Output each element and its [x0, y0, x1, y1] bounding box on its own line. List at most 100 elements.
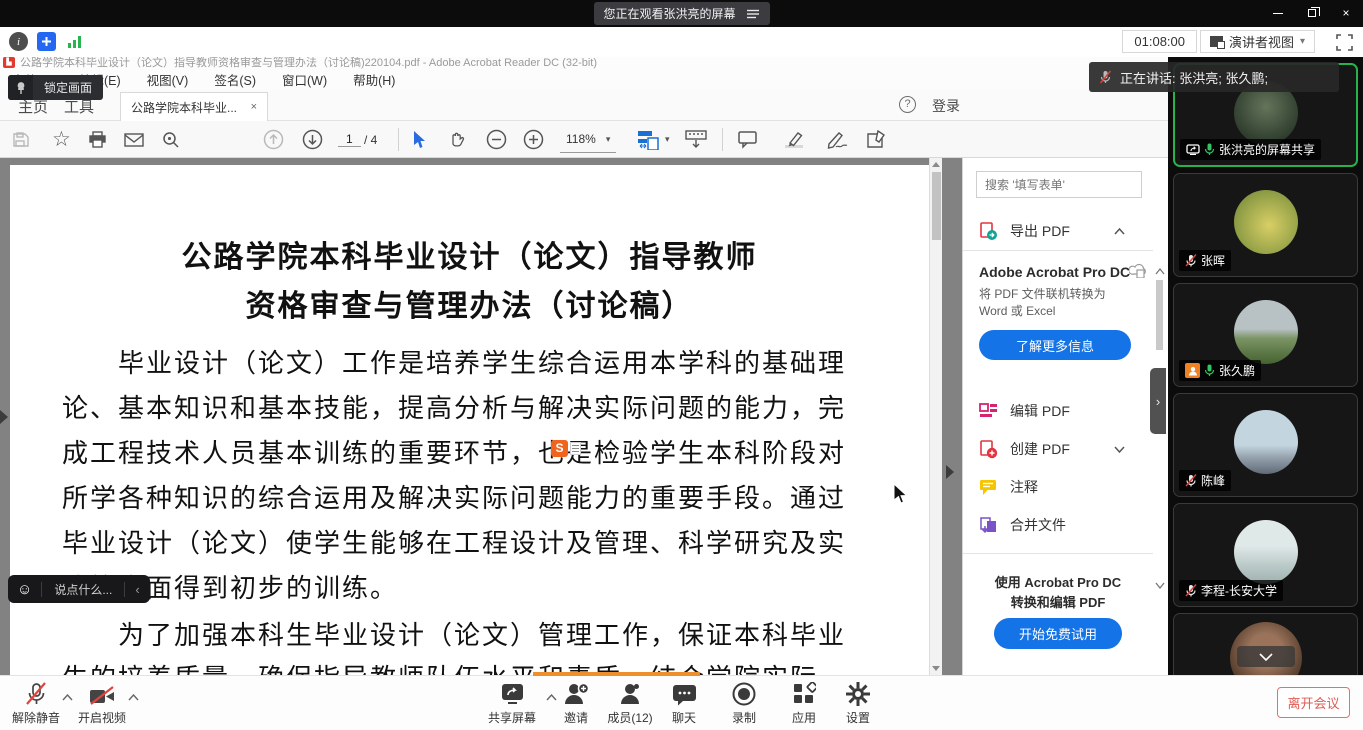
hand-tool-icon[interactable]	[448, 121, 466, 158]
fullscreen-icon[interactable]	[1336, 34, 1353, 51]
combine-files-item[interactable]: 合并文件	[963, 508, 1153, 542]
reading-mode-icon[interactable]	[685, 121, 707, 158]
minimize-button[interactable]	[1271, 6, 1285, 20]
doc-line: 论、基本知识和基本技能，提高分析与解决实际问题的能力，完	[62, 388, 846, 425]
comment-tool-icon[interactable]	[738, 121, 758, 158]
lock-view-pill[interactable]: 锁定画面	[8, 75, 103, 100]
create-pdf-item[interactable]: 创建 PDF	[963, 432, 1153, 466]
collapse-chat-icon[interactable]: ‹	[125, 582, 149, 597]
trial-heading: 使用 Acrobat Pro DC 转换和编辑 PDF	[963, 573, 1153, 612]
unmute-button[interactable]: 解除静音	[6, 682, 66, 726]
comment-item[interactable]: 注释	[963, 470, 1153, 504]
stamp-tool-icon[interactable]	[866, 121, 888, 158]
watching-banner[interactable]: 您正在观看张洪亮的屏幕	[593, 2, 769, 25]
star-icon[interactable]: ☆	[52, 121, 71, 158]
zoom-level-select[interactable]: 118% ▾	[560, 126, 616, 153]
participant-tile[interactable]: 张久鹏	[1173, 283, 1358, 387]
panel-scrollbar[interactable]	[1156, 280, 1163, 350]
view-mode-dropdown-icon: ▾	[1300, 36, 1305, 47]
export-pdf-item[interactable]: 导出 PDF	[963, 214, 1153, 248]
select-tool-icon[interactable]	[412, 121, 427, 158]
signin-link[interactable]: 登录	[932, 96, 960, 116]
invite-button[interactable]: 邀请	[552, 682, 600, 726]
fit-width-icon[interactable]	[638, 121, 660, 158]
chevron-down-icon	[1259, 653, 1273, 661]
settings-button[interactable]: 设置	[836, 682, 880, 726]
find-icon[interactable]	[162, 121, 180, 158]
doc-line: 生的培养质量，确保指导教师队伍水平和素质，结合学院实际	[62, 658, 818, 675]
fill-sign-icon[interactable]	[826, 121, 850, 158]
acrobat-toolbar: ☆ 1 / 4 118% ▾ ▾	[0, 121, 1168, 158]
acrobat-window: ▙ 公路学院本科毕业设计（论文）指导教师资格审查与管理办法（讨论稿)220104…	[0, 57, 1168, 675]
meeting-info-icon[interactable]: i	[9, 32, 28, 51]
watching-banner-text: 您正在观看张洪亮的屏幕	[603, 5, 735, 22]
doc-line: 所学各种知识的综合运用及解决实际问题能力的重要手段。通过	[62, 478, 846, 515]
next-page-icon[interactable]	[302, 121, 323, 158]
mic-on-icon	[1204, 364, 1215, 377]
lock-view-label: 锁定画面	[33, 79, 103, 96]
record-button[interactable]: 录制	[722, 682, 766, 726]
email-icon[interactable]	[124, 121, 144, 158]
left-pane-toggle-icon[interactable]	[0, 410, 8, 424]
start-trial-button[interactable]: 开始免费试用	[994, 618, 1122, 649]
scroll-more-participants-button[interactable]	[1237, 646, 1295, 667]
sidebar-collapse-handle[interactable]: ›	[1150, 368, 1166, 434]
taskbar-highlight-strip	[533, 672, 700, 676]
panel-scroll-up-icon[interactable]	[1155, 268, 1165, 275]
start-video-button[interactable]: 开启视频	[72, 682, 132, 726]
video-options-icon[interactable]	[128, 694, 139, 701]
members-button[interactable]: 成员(12)	[598, 682, 662, 726]
participant-tile[interactable]: 陈峰	[1173, 393, 1358, 497]
restore-button[interactable]	[1305, 6, 1319, 20]
shield-plus-icon[interactable]	[37, 32, 56, 51]
banner-menu-icon[interactable]	[746, 8, 760, 20]
chat-icon	[672, 682, 697, 706]
highlight-tool-icon[interactable]	[782, 121, 806, 158]
chat-button[interactable]: 聊天	[662, 682, 706, 726]
sogou-ime-indicator[interactable]: S	[551, 440, 581, 457]
next-view-arrow-icon[interactable]	[946, 465, 954, 479]
speaker-view-icon	[1210, 36, 1223, 47]
learn-more-button[interactable]: 了解更多信息	[979, 330, 1131, 360]
panel-scroll-down-icon[interactable]	[1155, 582, 1165, 589]
participant-tile-partial[interactable]	[1173, 613, 1358, 675]
close-button[interactable]: ×	[1339, 6, 1353, 20]
leave-meeting-button[interactable]: 离开会议	[1277, 687, 1350, 718]
participant-name: 张久鹏	[1219, 362, 1255, 379]
previous-page-icon[interactable]	[263, 121, 284, 158]
host-badge-icon	[1185, 363, 1200, 378]
tab-document[interactable]: 公路学院本科毕业... ×	[120, 92, 268, 121]
emoji-icon[interactable]: ☺	[8, 581, 41, 598]
menu-sign[interactable]: 签名(S)	[214, 70, 256, 89]
view-mode-button[interactable]: 演讲者视图 ▾	[1200, 30, 1315, 53]
help-icon[interactable]: ?	[899, 96, 916, 113]
participants-sidebar: 张洪亮的屏幕共享 张晖 张久鹏 陈峰 李程-长安大学	[1168, 57, 1363, 675]
participant-tile[interactable]: 李程-长安大学	[1173, 503, 1358, 607]
page-number-input[interactable]: 1	[338, 132, 361, 147]
menu-window[interactable]: 窗口(W)	[282, 70, 327, 89]
screen-share-icon	[1186, 144, 1200, 155]
mic-muted-icon	[1185, 584, 1197, 597]
menu-view[interactable]: 视图(V)	[147, 70, 189, 89]
sogou-s-icon: S	[551, 440, 568, 457]
network-signal-icon[interactable]	[65, 32, 84, 51]
apps-button[interactable]: 应用	[782, 682, 826, 726]
gear-icon	[846, 682, 870, 706]
quick-chat-pill[interactable]: ☺ 说点什么... ‹	[8, 575, 150, 603]
export-collapse-icon[interactable]	[1114, 228, 1125, 235]
participant-tile[interactable]: 张晖	[1173, 173, 1358, 277]
tab-close-icon[interactable]: ×	[251, 101, 257, 113]
tools-search-input[interactable]	[976, 171, 1142, 198]
share-screen-button[interactable]: 共享屏幕	[480, 682, 544, 726]
create-expand-icon[interactable]	[1114, 446, 1125, 453]
document-scrollbar[interactable]	[929, 158, 942, 675]
mic-muted-icon	[25, 682, 47, 706]
save-icon[interactable]	[12, 121, 30, 158]
print-icon[interactable]	[88, 121, 107, 158]
menu-help[interactable]: 帮助(H)	[353, 70, 395, 89]
zoom-in-icon[interactable]	[523, 121, 544, 158]
edit-pdf-item[interactable]: 编辑 PDF	[963, 394, 1153, 428]
chat-input-placeholder[interactable]: 说点什么...	[42, 581, 124, 598]
fit-dropdown-icon[interactable]: ▾	[665, 121, 670, 158]
zoom-out-icon[interactable]	[486, 121, 507, 158]
